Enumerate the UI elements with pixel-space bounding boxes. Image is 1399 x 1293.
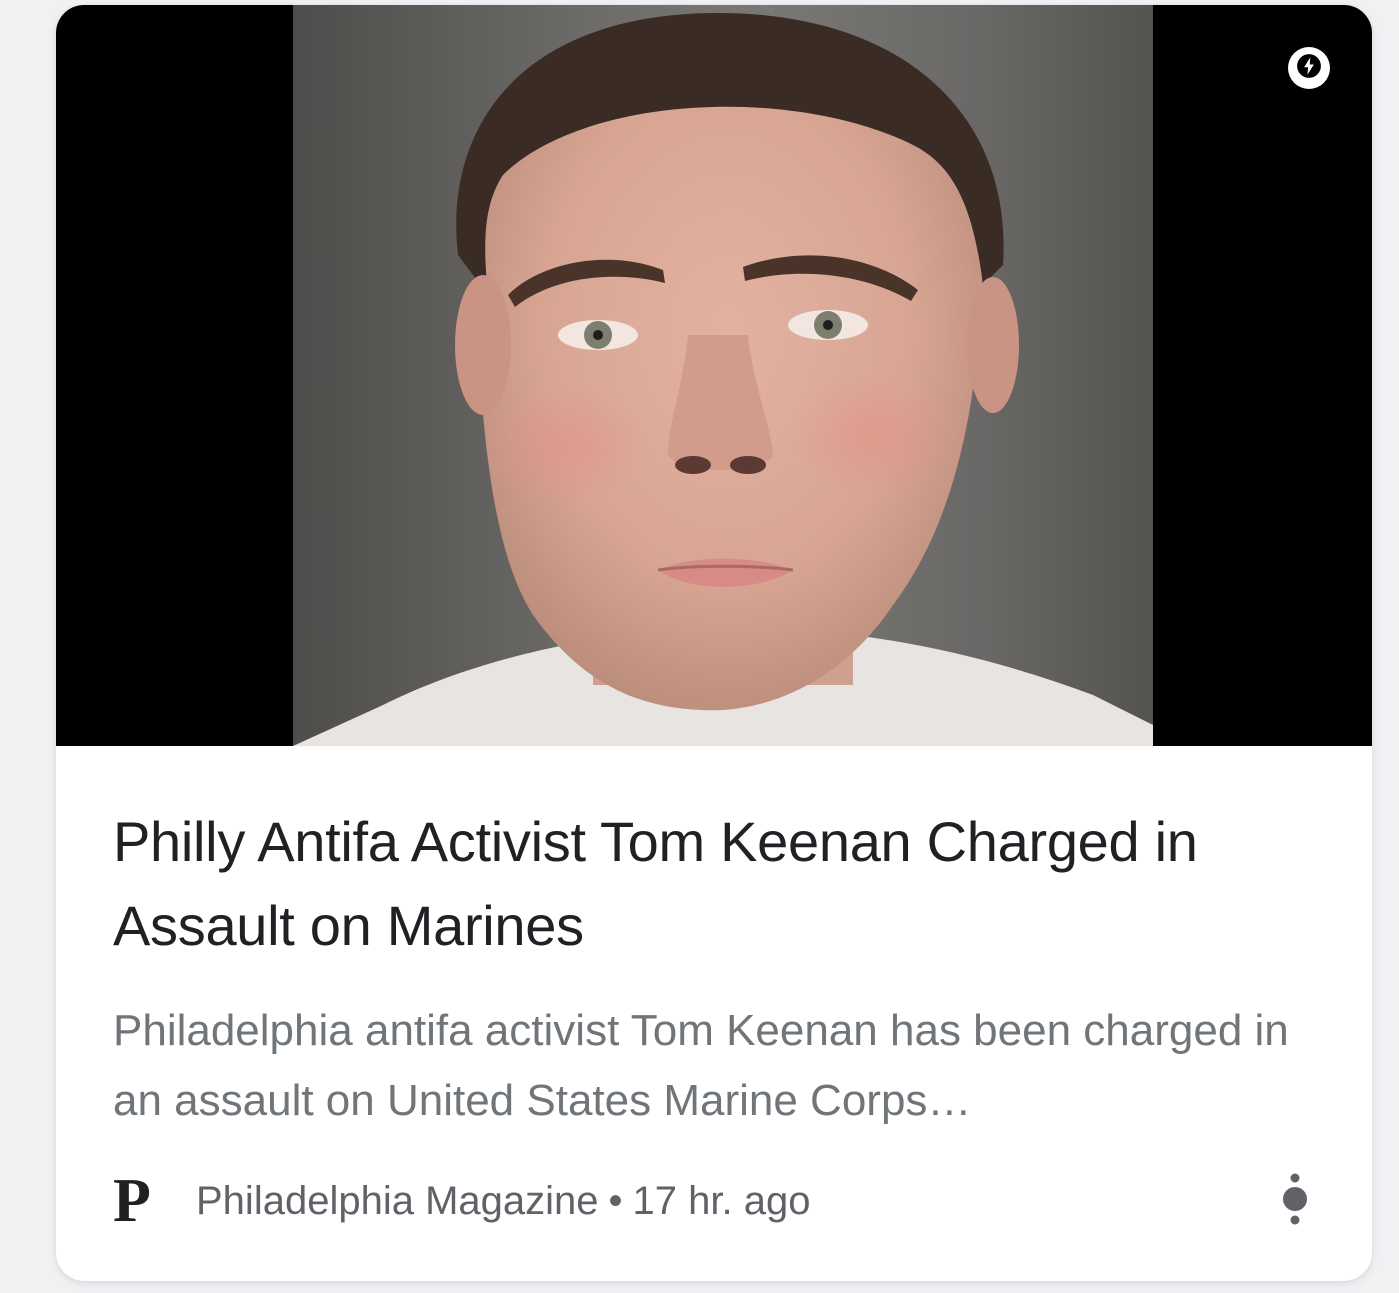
- meta-text: Philadelphia Magazine • 17 hr. ago: [196, 1177, 810, 1225]
- publisher-name: Philadelphia Magazine: [196, 1179, 599, 1223]
- article-image[interactable]: [56, 5, 1372, 746]
- meta-separator: •: [608, 1179, 623, 1223]
- publish-time: 17 hr. ago: [632, 1179, 811, 1223]
- more-vert-icon: [1279, 1170, 1311, 1233]
- publisher-logo: P: [113, 1167, 151, 1235]
- amp-badge: [1288, 47, 1330, 89]
- lightning-bolt-icon: [1296, 53, 1322, 84]
- portrait-photo: [293, 5, 1153, 746]
- more-options-button[interactable]: [1267, 1167, 1323, 1235]
- news-card[interactable]: Philly Antifa Activist Tom Keenan Charge…: [56, 5, 1372, 1281]
- article-meta: P Philadelphia Magazine • 17 hr. ago: [113, 1167, 1323, 1235]
- article-headline[interactable]: Philly Antifa Activist Tom Keenan Charge…: [113, 800, 1323, 968]
- article-snippet: Philadelphia antifa activist Tom Keenan …: [113, 1006, 1289, 1125]
- portrait-illustration: [293, 12, 1153, 746]
